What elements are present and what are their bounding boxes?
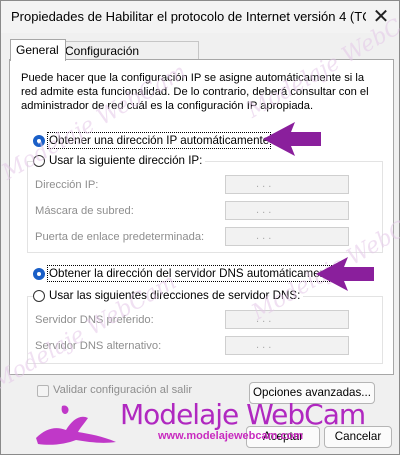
subnet-mask-label: Máscara de subred:: [35, 205, 134, 217]
validate-checkbox[interactable]: [37, 385, 49, 397]
subnet-mask-field[interactable]: . . .: [225, 201, 349, 220]
preferred-dns-dots: . . .: [256, 313, 272, 325]
tab-alternate-configuration[interactable]: Configuración alternativa: [59, 41, 199, 76]
ip-address-dots: . . .: [256, 178, 272, 190]
radio-dns-manual[interactable]: [33, 289, 45, 302]
radio-ip-manual-row[interactable]: Usar la siguiente dirección IP:: [33, 154, 206, 167]
alternate-dns-dots: . . .: [256, 339, 272, 351]
radio-ip-manual-label[interactable]: Usar la siguiente dirección IP:: [49, 154, 202, 167]
validate-label[interactable]: Validar configuración al salir: [53, 384, 192, 396]
ip-address-field[interactable]: . . .: [225, 175, 349, 194]
close-icon[interactable]: ✕: [365, 3, 397, 31]
subnet-mask-dots: . . .: [256, 204, 272, 216]
alternate-dns-field[interactable]: . . .: [225, 336, 349, 355]
radio-ip-manual[interactable]: [33, 154, 45, 167]
alternate-dns-label: Servidor DNS alternativo:: [35, 340, 162, 352]
radio-dns-auto[interactable]: [33, 267, 45, 280]
preferred-dns-field[interactable]: . . .: [225, 310, 349, 329]
radio-ip-auto-label[interactable]: Obtener una dirección IP automáticamente: [46, 132, 272, 149]
radio-dns-manual-label[interactable]: Usar las siguientes direcciones de servi…: [49, 289, 300, 302]
arrow-ip-auto-icon: [263, 122, 321, 156]
gateway-label: Puerta de enlace predeterminada:: [35, 231, 205, 243]
gateway-dots: . . .: [256, 230, 272, 242]
radio-ip-auto-row[interactable]: Obtener una dirección IP automáticamente: [33, 132, 272, 149]
properties-dialog: Propiedades de Habilitar el protocolo de…: [0, 0, 400, 455]
preferred-dns-label: Servidor DNS preferido:: [35, 314, 154, 326]
window-title: Propiedades de Habilitar el protocolo de…: [11, 9, 366, 24]
arrow-dns-auto-icon: [316, 257, 374, 291]
radio-dns-auto-label[interactable]: Obtener la dirección del servidor DNS au…: [47, 265, 338, 282]
silhouette-logo-icon: [36, 405, 116, 445]
radio-dns-auto-row[interactable]: Obtener la dirección del servidor DNS au…: [33, 265, 338, 282]
gateway-field[interactable]: . . .: [225, 227, 349, 246]
ip-address-label: Dirección IP:: [35, 179, 99, 191]
brand-logo-text: Modelaje WebCam: [120, 398, 366, 431]
title-bar: Propiedades de Habilitar el protocolo de…: [1, 1, 399, 33]
radio-ip-auto[interactable]: [33, 134, 45, 147]
description-text: Puede hacer que la configuración IP se a…: [21, 72, 369, 112]
brand-url: www.modelajewebcam.com: [158, 430, 304, 442]
radio-dns-manual-row[interactable]: Usar las siguientes direcciones de servi…: [33, 289, 304, 302]
tab-general[interactable]: General: [10, 39, 66, 61]
